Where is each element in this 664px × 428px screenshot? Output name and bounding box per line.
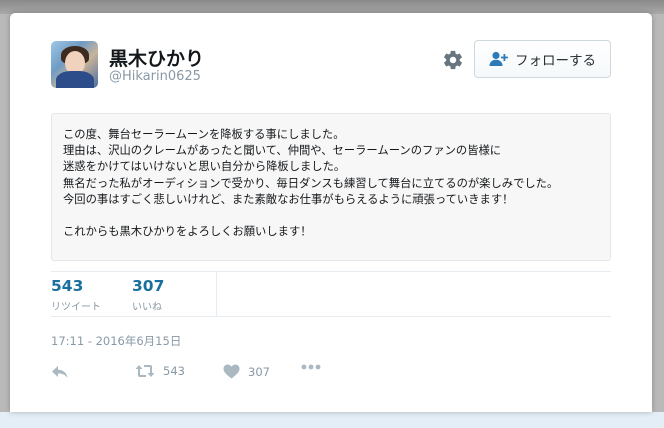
like-stat[interactable]: 307 いいね	[132, 277, 164, 313]
retweet-stat[interactable]: 543 リツイート	[51, 277, 101, 313]
reply-button[interactable]	[51, 364, 69, 380]
retweet-count: 543	[163, 364, 185, 378]
tweet-line: 無名だった私がオーディションで受かり、毎日ダンスも練習して舞台に立てるのが楽しみ…	[63, 176, 559, 190]
stats-divider	[216, 272, 217, 317]
avatar[interactable]	[51, 41, 98, 88]
reply-icon	[51, 364, 69, 380]
more-options-button[interactable]	[301, 364, 321, 370]
add-user-icon	[489, 51, 509, 67]
retweet-icon	[135, 364, 155, 378]
follow-button[interactable]: フォローする	[474, 40, 611, 78]
user-handle[interactable]: @Hikarin0625	[109, 69, 201, 84]
display-name[interactable]: 黒木ひかり	[109, 44, 204, 71]
retweet-button[interactable]: 543	[135, 364, 185, 378]
avatar-dress	[56, 71, 94, 88]
tweet-line: 今回の事はすごく悲しいけれど、また素敵なお仕事がもらえるように頑張っていきます！	[63, 192, 514, 206]
retweet-stat-count: 543	[51, 277, 84, 295]
like-stat-label: いいね	[132, 302, 162, 313]
tweet-line: 理由は、沢山のクレームがあったと聞いて、仲間や、セーラームーンのファンの皆様に	[63, 144, 502, 158]
tweet-stats: 543 リツイート 307 いいね	[51, 271, 611, 317]
tweet-line: この度、舞台セーラームーンを降板する事にしました。	[63, 128, 345, 141]
heart-icon	[223, 364, 240, 379]
gear-icon[interactable]	[442, 49, 464, 71]
tweet-text: この度、舞台セーラームーンを降板する事にしました。 理由は、沢山のクレームがあっ…	[51, 113, 611, 261]
tweet-line: これからも黒木ひかりをよろしくお願いします！	[63, 225, 312, 239]
tweet-line: 迷惑をかけてはいけないと思い自分から降板しました。	[63, 160, 346, 174]
like-button[interactable]: 307	[223, 364, 270, 379]
follow-button-label: フォローする	[515, 53, 596, 69]
tweet-card: 黒木ひかり @Hikarin0625 フォローする この度、舞台セーラームーンを…	[10, 13, 652, 412]
like-stat-count: 307	[132, 277, 165, 295]
page-backdrop	[0, 0, 664, 14]
retweet-stat-label: リツイート	[51, 302, 101, 313]
tweet-timestamp[interactable]: 17:11 - 2016年6月15日	[51, 333, 181, 349]
next-section-strip	[0, 412, 664, 428]
more-icon	[301, 364, 321, 370]
tweet-actions: 543 307	[51, 361, 611, 385]
like-count: 307	[248, 364, 270, 379]
